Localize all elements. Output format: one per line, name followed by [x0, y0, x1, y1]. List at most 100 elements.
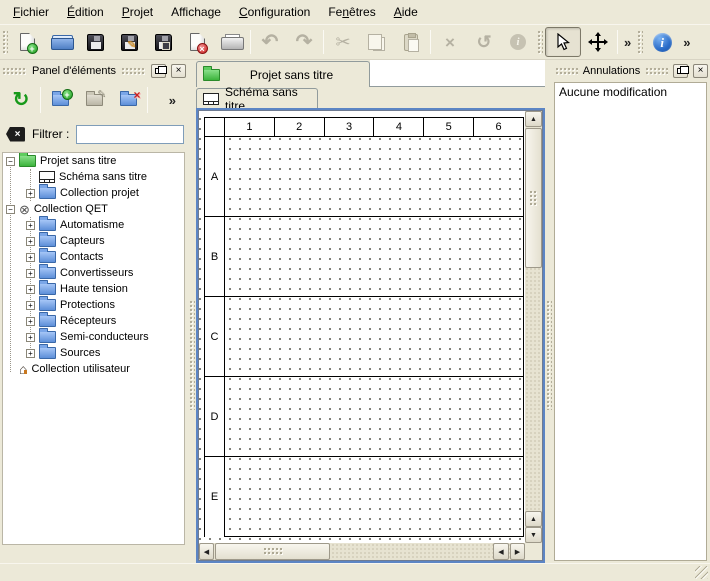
expand-icon[interactable]: + — [26, 269, 35, 278]
menu-aide[interactable]: Aide — [385, 2, 427, 22]
tree-item-collection-utilisateur[interactable]: ⌂ Collection utilisateur — [3, 361, 184, 377]
elements-panel-title: Panel d'éléments — [32, 65, 116, 77]
toolbar-overflow-button[interactable]: » — [679, 35, 694, 50]
menu-fichier[interactable]: Fichier — [4, 2, 58, 22]
expand-icon[interactable]: + — [26, 237, 35, 246]
project-tabbar: Projet sans titre — [196, 60, 545, 87]
save-as-button[interactable]: ✎ — [112, 26, 146, 58]
expand-icon[interactable]: + — [26, 189, 35, 198]
reload-collections-button[interactable]: ↻ — [6, 85, 36, 115]
scroll-down-button[interactable]: ▼ — [525, 527, 542, 543]
redo-button[interactable]: ↷ — [287, 26, 321, 58]
tree-item-schema[interactable]: Schéma sans titre — [3, 169, 184, 185]
tree-item-contacts[interactable]: + Contacts — [3, 249, 184, 265]
pointer-icon — [556, 33, 571, 51]
diagram-row: A — [205, 137, 523, 217]
filter-input[interactable] — [76, 125, 184, 144]
tree-item-protections[interactable]: + Protections — [3, 297, 184, 313]
vertical-scroll-thumb[interactable] — [525, 128, 542, 268]
tree-item-convertisseurs[interactable]: + Convertisseurs — [3, 265, 184, 281]
undo-list-item[interactable]: Aucune modification — [555, 83, 706, 101]
tree-item-sources[interactable]: + Sources — [3, 345, 184, 361]
undo-button[interactable]: ↶ — [253, 26, 287, 58]
tab-schema[interactable]: Schéma sans titre — [196, 88, 318, 108]
dock-float-button[interactable] — [673, 64, 688, 78]
undo-panel-titlebar[interactable]: Annulations × — [555, 62, 708, 80]
toolbar-grip[interactable] — [537, 30, 543, 54]
tree-item-collection-qet[interactable]: − ⊗ Collection QET — [3, 201, 184, 217]
edit-category-button[interactable]: ✎ — [79, 85, 109, 115]
dock-float-button[interactable] — [151, 64, 166, 78]
scrollbar-corner — [525, 543, 542, 560]
expand-icon[interactable]: + — [26, 317, 35, 326]
paste-button[interactable] — [394, 26, 428, 58]
print-button[interactable] — [214, 26, 248, 58]
toolbar-grip[interactable] — [637, 30, 643, 54]
scroll-up-button[interactable]: ▲ — [525, 111, 542, 127]
clear-filter-icon[interactable]: × — [6, 127, 25, 142]
save-button[interactable] — [78, 26, 112, 58]
dock-close-button[interactable]: × — [693, 64, 708, 78]
delete-button[interactable]: × — [433, 26, 467, 58]
diagram-canvas[interactable]: 1 2 3 4 5 6 A B — [199, 111, 525, 543]
open-file-button[interactable] — [44, 26, 78, 58]
horizontal-scroll-thumb[interactable] — [215, 543, 330, 560]
scroll-up-button-2[interactable]: ▲ — [525, 511, 542, 527]
select-tool-button[interactable] — [545, 27, 581, 57]
collapse-icon[interactable]: − — [6, 205, 15, 214]
undo-history-list[interactable]: Aucune modification — [554, 82, 707, 561]
dock-close-button[interactable]: × — [171, 64, 186, 78]
tree-item-project[interactable]: − Projet sans titre — [3, 153, 184, 169]
element-info-button[interactable]: i — [501, 26, 535, 58]
new-file-button[interactable]: + — [10, 26, 44, 58]
toolbar-overflow-button[interactable]: » — [620, 35, 635, 50]
left-splitter[interactable] — [188, 60, 196, 563]
save-all-button[interactable] — [146, 26, 180, 58]
diagram-view[interactable]: 1 2 3 4 5 6 A B — [196, 108, 545, 563]
expand-icon[interactable]: + — [26, 253, 35, 262]
close-file-button[interactable]: × — [180, 26, 214, 58]
expand-icon[interactable]: + — [26, 285, 35, 294]
tree-item-collection-projet[interactable]: + Collection projet — [3, 185, 184, 201]
move-tool-button[interactable] — [581, 26, 615, 58]
scroll-left-button-2[interactable]: ◀ — [493, 543, 509, 560]
panel-toolbar-overflow-button[interactable]: » — [165, 93, 180, 108]
folder-icon — [39, 187, 56, 199]
toolbar-grip[interactable] — [2, 30, 8, 54]
menu-affichage[interactable]: Affichage — [162, 2, 230, 22]
expand-icon[interactable]: + — [26, 221, 35, 230]
tree-item-recepteurs[interactable]: + Récepteurs — [3, 313, 184, 329]
menu-configuration[interactable]: Configuration — [230, 2, 319, 22]
right-splitter[interactable] — [545, 60, 553, 563]
expand-icon[interactable]: + — [26, 333, 35, 342]
filter-row: × Filtrer : — [2, 122, 186, 146]
scroll-right-button[interactable]: ▶ — [510, 543, 525, 560]
vertical-scrollbar[interactable]: ▲ ▲ ▼ — [525, 111, 542, 543]
about-button[interactable]: i — [645, 26, 679, 58]
tree-item-capteurs[interactable]: + Capteurs — [3, 233, 184, 249]
resize-grip[interactable] — [695, 566, 708, 579]
diagram-row: E — [205, 457, 523, 537]
scroll-left-button[interactable]: ◀ — [199, 543, 214, 560]
dock-grip-texture — [645, 67, 668, 75]
menu-edition[interactable]: Édition — [58, 2, 113, 22]
tree-item-semi-conducteurs[interactable]: + Semi-conducteurs — [3, 329, 184, 345]
elements-panel-titlebar[interactable]: Panel d'éléments × — [2, 62, 186, 80]
menu-projet[interactable]: Projet — [113, 2, 162, 22]
tree-item-haute-tension[interactable]: + Haute tension — [3, 281, 184, 297]
expand-icon[interactable]: + — [26, 301, 35, 310]
column-header-6: 6 — [474, 118, 523, 136]
folder-icon — [39, 235, 56, 247]
tree-item-automatisme[interactable]: + Automatisme — [3, 217, 184, 233]
tab-project[interactable]: Projet sans titre — [196, 61, 370, 87]
horizontal-scrollbar[interactable]: ◀ ◀ ▶ — [199, 543, 525, 560]
expand-icon[interactable]: + — [26, 349, 35, 358]
delete-category-button[interactable]: × — [113, 85, 143, 115]
cut-button[interactable]: ✂ — [326, 26, 360, 58]
collapse-icon[interactable]: − — [6, 157, 15, 166]
menu-fenetres[interactable]: Fenêtres — [319, 2, 384, 22]
copy-button[interactable] — [360, 26, 394, 58]
rotate-button[interactable]: ↺ — [467, 26, 501, 58]
row-header-A: A — [205, 137, 225, 216]
new-category-button[interactable]: + — [45, 85, 75, 115]
